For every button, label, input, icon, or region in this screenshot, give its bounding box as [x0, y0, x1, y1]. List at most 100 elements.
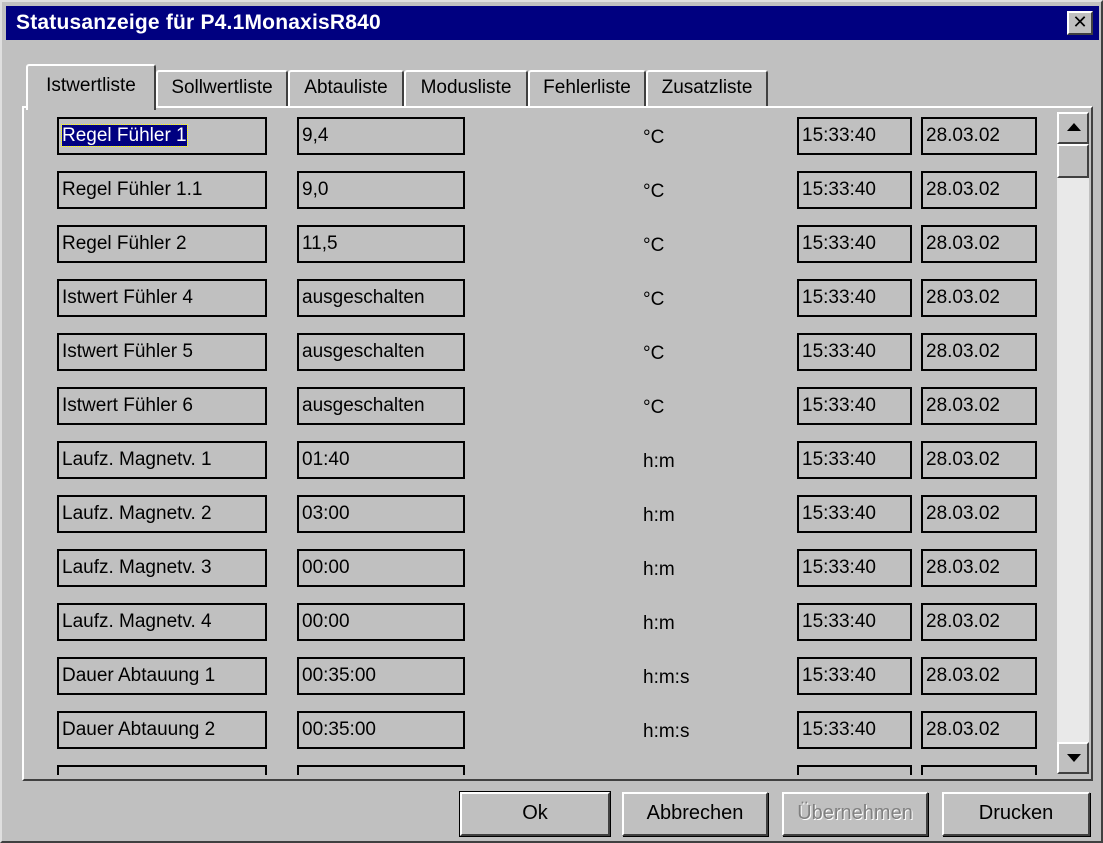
time-field[interactable]: 15:33:40: [797, 711, 912, 749]
parameter-name-field[interactable]: Laufz. Magnetv. 1: [57, 441, 267, 479]
date-field[interactable]: 28.03.02: [921, 711, 1037, 749]
parameter-name-field[interactable]: Regel Fühler 2: [57, 225, 267, 263]
parameter-value-field[interactable]: 11,5: [297, 225, 465, 263]
parameter-name-field[interactable]: Dauer Abtauung 1: [57, 657, 267, 695]
tab-label: Istwertliste: [46, 75, 136, 96]
time-field[interactable]: 15:33:40: [797, 495, 912, 533]
parameter-name-field[interactable]: Dauer Abtauung 2: [57, 711, 267, 749]
parameter-name-field[interactable]: Laufz. Magnetv. 4: [57, 603, 267, 641]
date-field[interactable]: 28.03.02: [921, 171, 1037, 209]
tab-modusliste[interactable]: Modusliste: [404, 70, 528, 106]
tab-zusatzliste[interactable]: Zusatzliste: [646, 70, 768, 106]
date-field[interactable]: 28.03.02: [921, 441, 1037, 479]
date-field[interactable]: 28.03.02: [921, 387, 1037, 425]
tab-label: Modusliste: [420, 77, 512, 98]
time-field[interactable]: 15:33:40: [797, 657, 912, 695]
time-field[interactable]: 15:33:40: [797, 225, 912, 263]
parameter-name-field[interactable]: Dauer Abtauung 3: [57, 765, 267, 775]
date-field[interactable]: 28.03.02: [921, 117, 1037, 155]
apply-button[interactable]: Übernehmen: [782, 792, 928, 836]
unit-label: °C: [643, 235, 665, 256]
scroll-up-button[interactable]: [1057, 112, 1089, 144]
parameter-value-field[interactable]: 9,4: [297, 117, 465, 155]
parameter-name-field[interactable]: Laufz. Magnetv. 2: [57, 495, 267, 533]
time-field[interactable]: 15:33:40: [797, 387, 912, 425]
date-field[interactable]: 28.03.02: [921, 549, 1037, 587]
parameter-value-field[interactable]: ausgeschalten: [297, 279, 465, 317]
parameter-name: Istwert Fühler 6: [62, 395, 193, 416]
parameter-name-field[interactable]: Istwert Fühler 5: [57, 333, 267, 371]
apply-button-label: Übernehmen: [797, 802, 913, 824]
time-field[interactable]: 15:33:40: [797, 603, 912, 641]
time-field[interactable]: 15:33:40: [797, 549, 912, 587]
parameter-name: Dauer Abtauung 1: [62, 665, 216, 686]
tab-istwertliste[interactable]: Istwertliste: [26, 64, 156, 110]
parameter-name-field[interactable]: Istwert Fühler 4: [57, 279, 267, 317]
cancel-button[interactable]: Abbrechen: [622, 792, 768, 836]
tab-fehlerliste[interactable]: Fehlerliste: [528, 70, 646, 106]
date-field[interactable]: 28.03.02: [921, 279, 1037, 317]
time-field[interactable]: 15:33:40: [797, 333, 912, 371]
time-field[interactable]: 15:33:40: [797, 171, 912, 209]
unit-label: h:m: [643, 559, 675, 580]
parameter-value-field[interactable]: ausgeschalten: [297, 333, 465, 371]
parameter-name: Laufz. Magnetv. 1: [62, 449, 212, 470]
close-button[interactable]: ✕: [1067, 11, 1093, 35]
print-button[interactable]: Drucken: [942, 792, 1090, 836]
title-bar[interactable]: Statusanzeige für P4.1MonaxisR840 ✕: [6, 6, 1099, 40]
parameter-value-field[interactable]: ausgeschalten: [297, 387, 465, 425]
parameter-name-field[interactable]: Laufz. Magnetv. 3: [57, 549, 267, 587]
parameter-name: Regel Fühler 2: [62, 233, 187, 254]
parameter-name: Laufz. Magnetv. 3: [62, 557, 212, 578]
parameter-value-field[interactable]: 00:35:00: [297, 657, 465, 695]
status-dialog: Statusanzeige für P4.1MonaxisR840 ✕ Istw…: [0, 0, 1103, 843]
tab-sollwertliste[interactable]: Sollwertliste: [156, 70, 288, 106]
ok-button[interactable]: Ok: [459, 791, 611, 837]
date-field[interactable]: 28.03.02: [921, 495, 1037, 533]
parameter-value-field[interactable]: 03:00: [297, 495, 465, 533]
parameter-name: Dauer Abtauung 3: [62, 773, 215, 775]
unit-label: h:m: [643, 613, 675, 634]
parameter-name-field[interactable]: Regel Fühler 1.1: [57, 171, 267, 209]
cancel-button-label: Abbrechen: [646, 802, 744, 824]
parameter-name-field[interactable]: Regel Fühler 1: [57, 117, 267, 155]
unit-label: h:m: [643, 505, 675, 526]
scrollbar-thumb[interactable]: [1057, 144, 1089, 178]
parameter-value-field[interactable]: 00:35:00: [297, 711, 465, 749]
table-row: Dauer Abtauung 300:00:00h:m:s15:33:4028.…: [24, 758, 1054, 775]
date-field[interactable]: 28.03.02: [921, 765, 1037, 775]
unit-label: h:m: [643, 451, 675, 472]
unit-label: h:m:s: [643, 667, 690, 688]
parameter-name-field[interactable]: Istwert Fühler 6: [57, 387, 267, 425]
scroll-down-button[interactable]: [1057, 742, 1089, 774]
parameter-value-field[interactable]: 9,0: [297, 171, 465, 209]
table-row: Laufz. Magnetv. 4 00:00 h:m 15:33:40 28.03.0…: [24, 596, 1054, 646]
date-field[interactable]: 28.03.02: [921, 603, 1037, 641]
tab-abtauliste[interactable]: Abtauliste: [288, 70, 404, 106]
time-field[interactable]: 15:33:40: [797, 765, 912, 775]
parameter-value-field[interactable]: 00:00:00: [297, 765, 465, 775]
time-field[interactable]: 15:33:40: [797, 441, 912, 479]
date-field[interactable]: 28.03.02: [921, 225, 1037, 263]
unit-label: °C: [643, 127, 665, 148]
value-list: Regel Fühler 1 9,4 °C 15:33:40 28.03.02 Regel…: [24, 108, 1054, 775]
table-row: Regel Fühler 2 11,5 °C 15:33:40 28.03.02: [24, 218, 1054, 268]
date-field[interactable]: 28.03.02: [921, 657, 1037, 695]
table-row: Laufz. Magnetv. 3 00:00 h:m 15:33:40 28.03.0…: [24, 542, 1054, 592]
tab-label: Zusatzliste: [661, 77, 753, 98]
table-row: Istwert Fühler 4 ausgeschalten °C 15:33:40 2…: [24, 272, 1054, 322]
parameter-value-field[interactable]: 00:00: [297, 549, 465, 587]
tab-label: Abtauliste: [304, 77, 388, 98]
date-field[interactable]: 28.03.02: [921, 333, 1037, 371]
vertical-scrollbar[interactable]: [1057, 112, 1089, 774]
parameter-value-field[interactable]: 01:40: [297, 441, 465, 479]
table-row: Regel Fühler 1.1 9,0 °C 15:33:40 28.03.02: [24, 164, 1054, 214]
parameter-name: Regel Fühler 1: [61, 124, 188, 147]
parameter-value-field[interactable]: 00:00: [297, 603, 465, 641]
time-field[interactable]: 15:33:40: [797, 117, 912, 155]
time-field[interactable]: 15:33:40: [797, 279, 912, 317]
tab-panel-istwertliste: Regel Fühler 1 9,4 °C 15:33:40 28.03.02 Regel…: [22, 106, 1093, 781]
arrow-up-icon: [1067, 123, 1081, 131]
unit-label: °C: [643, 397, 665, 418]
table-row: Istwert Fühler 5 ausgeschalten °C 15:33:40 2…: [24, 326, 1054, 376]
